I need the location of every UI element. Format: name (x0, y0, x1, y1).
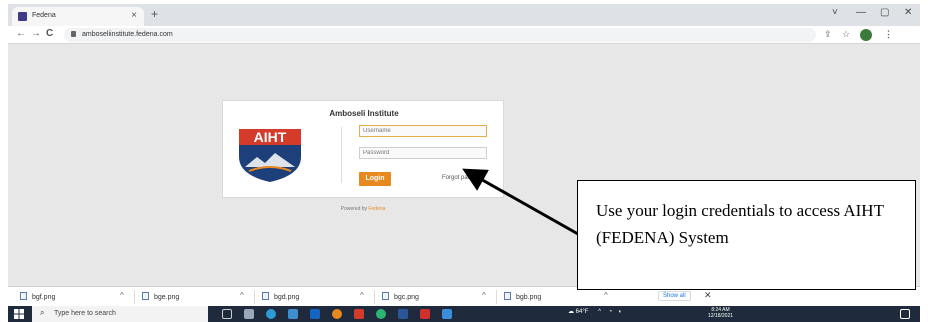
screenshot: Fedena × + ˅ — ▢ ✕ ← → C amboseliinstitu… (0, 0, 936, 322)
callout-text: Use your login credentials to access AIH… (596, 201, 884, 247)
annotation-callout: Use your login credentials to access AIH… (577, 180, 916, 290)
